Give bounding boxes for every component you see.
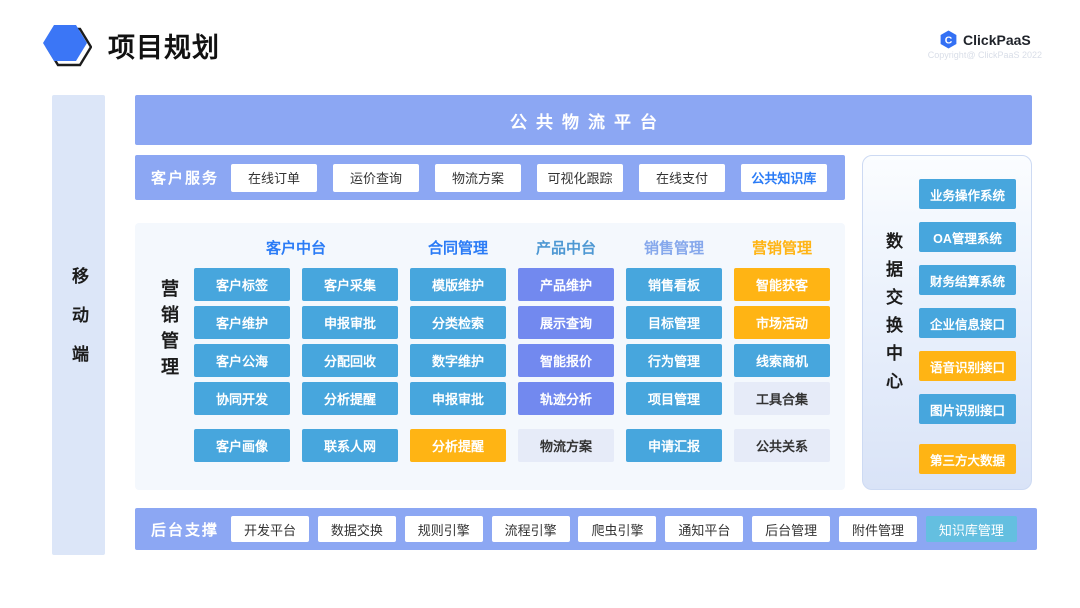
backend-support-bar: 后台支撑 开发平台数据交换规则引擎流程引擎爬虫引擎通知平台后台管理附件管理知识库… [135, 508, 1037, 550]
backend-support-buttons: 开发平台数据交换规则引擎流程引擎爬虫引擎通知平台后台管理附件管理知识库管理 [231, 516, 1017, 542]
grid-module-button[interactable]: 工具合集 [734, 382, 830, 415]
marketing-panel-label: 营销管理 [156, 279, 182, 383]
marketing-panel: 营销管理 客户中台合同管理产品中台销售管理营销管理 客户标签客户采集模版维护产品… [135, 223, 845, 490]
integration-button[interactable]: 业务操作系统 [919, 179, 1016, 209]
support-button[interactable]: 开发平台 [231, 516, 309, 542]
brand-name: ClickPaaS [963, 32, 1031, 48]
grid-module-button[interactable]: 客户画像 [194, 429, 290, 462]
grid-module-button[interactable]: 智能获客 [734, 268, 830, 301]
customer-service-label: 客户服务 [151, 167, 219, 188]
support-button[interactable]: 流程引擎 [492, 516, 570, 542]
customer-service-buttons: 在线订单运价查询物流方案可视化跟踪在线支付公共知识库 [231, 164, 827, 192]
integration-button[interactable]: 图片识别接口 [919, 394, 1016, 424]
support-button[interactable]: 后台管理 [752, 516, 830, 542]
grid-module-button[interactable]: 物流方案 [518, 429, 614, 462]
data-exchange-buttons: 业务操作系统 OA管理系统财务结算系统企业信息接口语音识别接口图片识别接口第三方大… [919, 179, 1016, 474]
grid-module-button[interactable]: 智能报价 [518, 344, 614, 377]
grid-module-button[interactable]: 行为管理 [626, 344, 722, 377]
grid-module-button[interactable]: 模版维护 [410, 268, 506, 301]
grid-module-button[interactable]: 客户维护 [194, 306, 290, 339]
grid-module-button[interactable]: 分析提醒 [302, 382, 398, 415]
column-header: 合同管理 [410, 237, 506, 258]
column-header: 客户中台 [194, 237, 398, 258]
support-button[interactable]: 爬虫引擎 [578, 516, 656, 542]
grid-module-button[interactable]: 分析提醒 [410, 429, 506, 462]
support-button[interactable]: 规则引擎 [405, 516, 483, 542]
title-hexagon-icon [42, 22, 92, 68]
column-header: 产品中台 [518, 237, 614, 258]
integration-button[interactable]: 语音识别接口 [919, 351, 1016, 381]
data-exchange-label: 数据交换中心 [880, 232, 905, 400]
integration-button[interactable]: OA管理系统 [919, 222, 1016, 252]
integration-button[interactable]: 第三方大数据 [919, 444, 1016, 474]
support-button[interactable]: 通知平台 [665, 516, 743, 542]
service-button[interactable]: 物流方案 [435, 164, 521, 192]
service-button[interactable]: 可视化跟踪 [537, 164, 623, 192]
app-header: 项目规划 [42, 22, 220, 68]
data-exchange-panel: 数据交换中心 业务操作系统 OA管理系统财务结算系统企业信息接口语音识别接口图片识… [862, 155, 1032, 490]
support-button[interactable]: 知识库管理 [926, 516, 1017, 542]
customer-service-bar: 客户服务 在线订单运价查询物流方案可视化跟踪在线支付公共知识库 [135, 155, 845, 200]
backend-support-label: 后台支撑 [151, 519, 219, 540]
service-button[interactable]: 运价查询 [333, 164, 419, 192]
integration-button[interactable]: 企业信息接口 [919, 308, 1016, 338]
mobile-side-bar: 移动端 [52, 95, 105, 555]
column-header: 销售管理 [626, 237, 722, 258]
brand-logo-icon: C [939, 30, 958, 49]
platform-banner: 公共物流平台 [135, 95, 1032, 145]
integration-button[interactable]: 财务结算系统 [919, 265, 1016, 295]
support-button[interactable]: 附件管理 [839, 516, 917, 542]
column-header: 营销管理 [734, 237, 830, 258]
brand-block: C ClickPaaS Copyright@ ClickPaaS 2022 [928, 30, 1042, 60]
grid-module-button[interactable]: 目标管理 [626, 306, 722, 339]
service-button[interactable]: 公共知识库 [741, 164, 827, 192]
module-grid-zone: 客户中台合同管理产品中台销售管理营销管理 客户标签客户采集模版维护产品维护销售看… [194, 233, 830, 462]
grid-module-button[interactable]: 分类检索 [410, 306, 506, 339]
grid-module-button[interactable]: 轨迹分析 [518, 382, 614, 415]
grid-module-button[interactable]: 申请汇报 [626, 429, 722, 462]
grid-module-button[interactable]: 展示查询 [518, 306, 614, 339]
grid-module-button[interactable]: 公共关系 [734, 429, 830, 462]
column-headers: 客户中台合同管理产品中台销售管理营销管理 [194, 233, 830, 261]
service-button[interactable]: 在线支付 [639, 164, 725, 192]
grid-module-button[interactable]: 协同开发 [194, 382, 290, 415]
mobile-side-bar-label: 移动端 [66, 267, 91, 384]
svg-text:C: C [945, 35, 953, 46]
grid-module-button[interactable]: 联系人网 [302, 429, 398, 462]
grid-module-button[interactable]: 市场活动 [734, 306, 830, 339]
grid-module-button[interactable]: 客户公海 [194, 344, 290, 377]
service-button[interactable]: 在线订单 [231, 164, 317, 192]
grid-module-button[interactable]: 数字维护 [410, 344, 506, 377]
support-button[interactable]: 数据交换 [318, 516, 396, 542]
grid-module-button[interactable]: 申报审批 [410, 382, 506, 415]
grid-module-button[interactable]: 项目管理 [626, 382, 722, 415]
page-title: 项目规划 [108, 26, 220, 65]
brand-copyright: Copyright@ ClickPaaS 2022 [928, 50, 1042, 60]
grid-module-button[interactable]: 线索商机 [734, 344, 830, 377]
grid-module-button[interactable]: 申报审批 [302, 306, 398, 339]
grid-module-button[interactable]: 客户标签 [194, 268, 290, 301]
grid-module-button[interactable]: 客户采集 [302, 268, 398, 301]
module-grid: 客户标签客户采集模版维护产品维护销售看板智能获客客户维护申报审批分类检索展示查询… [194, 268, 830, 462]
grid-module-button[interactable]: 销售看板 [626, 268, 722, 301]
grid-module-button[interactable]: 产品维护 [518, 268, 614, 301]
grid-module-button[interactable]: 分配回收 [302, 344, 398, 377]
